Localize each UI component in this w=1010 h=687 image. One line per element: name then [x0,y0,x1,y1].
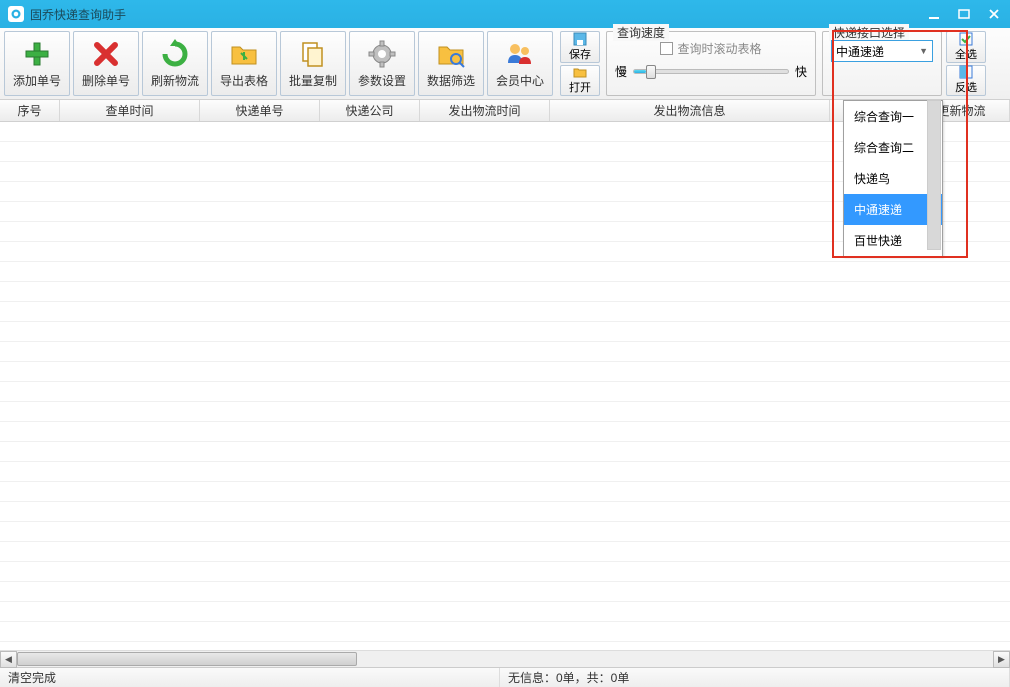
plus-icon [21,38,53,70]
gear-icon [366,38,398,70]
batch-copy-button[interactable]: 批量复制 [280,31,346,96]
table-row [0,262,1010,282]
scroll-left-button[interactable]: ◀ [0,651,17,668]
table-row [0,402,1010,422]
select-all-icon [959,32,973,46]
table-row [0,382,1010,402]
scroll-track[interactable] [17,651,993,667]
select-all-button[interactable]: 全选 [946,31,986,63]
fast-label: 快 [795,63,807,80]
table-row [0,602,1010,622]
refresh-logistics-button[interactable]: 刷新物流 [142,31,208,96]
table-row [0,362,1010,382]
window-title: 固乔快递查询助手 [30,6,926,23]
table-row [0,582,1010,602]
tool-label: 刷新物流 [151,72,199,89]
speed-legend: 查询速度 [613,24,669,41]
speed-slider[interactable] [633,69,789,74]
export-table-button[interactable]: 导出表格 [211,31,277,96]
invert-selection-button[interactable]: 反选 [946,65,986,97]
delete-number-button[interactable]: 删除单号 [73,31,139,96]
save-button[interactable]: 保存 [560,31,600,63]
table-row [0,622,1010,642]
save-icon [573,32,587,46]
api-legend: 快递接口选择 [829,24,909,41]
dropdown-scrollbar[interactable] [927,100,941,250]
small-tool-label: 保存 [569,46,591,62]
cross-icon [90,38,122,70]
slow-label: 慢 [615,63,627,80]
column-header[interactable]: 序号 [0,100,60,121]
tool-label: 数据筛选 [427,72,475,89]
table-row [0,562,1010,582]
small-tool-label: 打开 [569,79,591,95]
table-row [0,422,1010,442]
open-button[interactable]: 打开 [560,65,600,97]
small-tool-label: 反选 [955,79,977,95]
column-header[interactable]: 发出物流时间 [420,100,550,121]
scroll-table-checkbox[interactable] [660,42,673,55]
statusbar: 清空完成 无信息：0单，共：0单 [0,667,1010,687]
tool-label: 批量复制 [289,72,337,89]
open-icon [573,65,587,79]
tool-label: 导出表格 [220,72,268,89]
table-row [0,302,1010,322]
table-row [0,282,1010,302]
filter-icon [435,38,467,70]
table-row [0,542,1010,562]
column-header[interactable]: 快递公司 [320,100,420,121]
table-row [0,502,1010,522]
member-center-button[interactable]: 会员中心 [487,31,553,96]
horizontal-scrollbar[interactable]: ◀ ▶ [0,650,1010,667]
data-filter-button[interactable]: 数据筛选 [418,31,484,96]
app-icon [8,6,24,22]
api-combobox[interactable]: 中通速递 ▼ [831,40,933,62]
copy-icon [297,38,329,70]
table-row [0,462,1010,482]
tool-label: 参数设置 [358,72,406,89]
table-row [0,442,1010,462]
tool-label: 会员中心 [496,72,544,89]
column-header[interactable]: 快递单号 [200,100,320,121]
status-mid: 无信息：0单，共：0单 [500,668,1010,687]
tool-label: 添加单号 [13,72,61,89]
settings-button[interactable]: 参数设置 [349,31,415,96]
column-header[interactable]: 发出物流信息 [550,100,830,121]
invert-icon [959,65,973,79]
users-icon [504,38,536,70]
maximize-button[interactable] [956,6,972,22]
table-row [0,482,1010,502]
chevron-down-icon: ▼ [919,46,928,56]
status-left: 清空完成 [0,668,500,687]
combo-value: 中通速递 [836,43,884,60]
close-button[interactable] [986,6,1002,22]
refresh-icon [159,38,191,70]
table-row [0,342,1010,362]
tool-label: 删除单号 [82,72,130,89]
speed-fieldset: 查询速度 查询时滚动表格 慢 快 [606,31,816,96]
slider-thumb[interactable] [646,65,656,79]
table-row [0,522,1010,542]
table-row [0,322,1010,342]
checkbox-label: 查询时滚动表格 [677,40,761,57]
minimize-button[interactable] [926,6,942,22]
scroll-thumb[interactable] [17,652,357,666]
toolbar: 添加单号 删除单号 刷新物流 导出表格 批量复制 参数设置 数据筛选 会员中心 … [0,28,1010,100]
api-fieldset: 快递接口选择 中通速递 ▼ [822,31,942,96]
small-tool-label: 全选 [955,46,977,62]
folder-icon [228,38,260,70]
column-header[interactable]: 查单时间 [60,100,200,121]
add-number-button[interactable]: 添加单号 [4,31,70,96]
scroll-right-button[interactable]: ▶ [993,651,1010,668]
